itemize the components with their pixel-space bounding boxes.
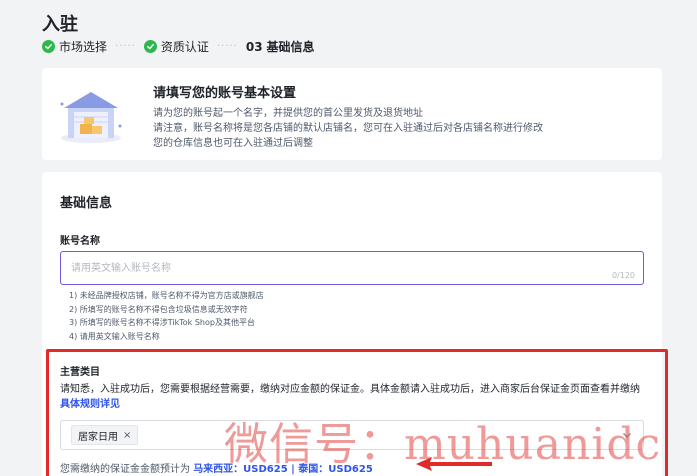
intro-line: 您的仓库信息也可在入驻通过后调整 xyxy=(153,138,313,149)
step-connector: ····· xyxy=(115,41,136,52)
account-name-rules: 1) 未经品牌授权店铺，账号名称不得为官方店或旗舰店 2) 所填写的账号名称不得… xyxy=(69,289,264,343)
check-circle-icon xyxy=(143,40,157,53)
check-circle-icon xyxy=(42,40,55,53)
watermark: 微信号：muhuanidc xyxy=(224,419,662,470)
close-icon[interactable]: × xyxy=(123,430,131,441)
step-qualification: 资质认证 xyxy=(143,38,209,55)
step-label: 基础信息 xyxy=(266,40,315,54)
notice-text: 请知悉，入驻成功后，您需要根据经营需要，缴纳对应金额的保证金。具体金额请入驻成功… xyxy=(60,384,640,395)
deposit-prefix: 您需缴纳的保证金金额预计为 xyxy=(60,464,190,475)
page: 入驻 市场选择 ····· 资质认证 ····· 03 基础信息 请填写您的账号… xyxy=(24,0,678,476)
intro-heading: 请填写您的账号基本设置 xyxy=(153,86,297,101)
intro-line: 请为您的账号起一个名字，并提供您的首公里发货及退货地址 xyxy=(153,108,423,119)
rule-item: 1) 未经品牌授权店铺，账号名称不得为官方店或旗舰店 xyxy=(69,291,264,300)
account-name-label: 账号名称 xyxy=(60,236,100,247)
step-connector: ····· xyxy=(216,41,238,52)
account-name-input[interactable] xyxy=(61,252,581,284)
char-counter: 0/120 xyxy=(611,271,635,280)
main-category-label: 主营类目 xyxy=(60,367,100,378)
step-market: 市场选择 xyxy=(42,38,107,55)
category-tag: 居家日用 × xyxy=(71,425,139,445)
intro-line: 请注意，账号名称将是您各店铺的默认店铺名，您可在入驻通过后对各店铺名称进行修改 xyxy=(153,123,543,134)
intro-card: 请填写您的账号基本设置 请为您的账号起一个名字，并提供您的首公里发货及退货地址 … xyxy=(42,68,662,160)
step-label: 市场选择 xyxy=(59,40,108,54)
rule-item: 2) 所填写的账号名称不得包含垃圾信息或无效字符 xyxy=(69,304,248,314)
step-label: 资质认证 xyxy=(160,40,209,54)
page-title: 入驻 xyxy=(42,14,78,35)
rule-item: 4) 请用英文输入账号名称 xyxy=(69,331,160,341)
tag-label: 居家日用 xyxy=(78,431,118,443)
step-number: 03 xyxy=(245,39,263,54)
step-indicator: 市场选择 ····· 资质认证 ····· 03 基础信息 xyxy=(42,38,315,55)
warehouse-icon xyxy=(60,92,122,143)
rule-item: 3) 所填写的账号名称不得涉TikTok Shop及其他平台 xyxy=(69,318,255,327)
account-name-field: 0/120 xyxy=(60,251,644,285)
rules-link[interactable]: 具体规则详见 xyxy=(60,399,120,410)
section-title: 基础信息 xyxy=(60,196,113,211)
step-basic-info: 03 基础信息 xyxy=(246,38,315,55)
